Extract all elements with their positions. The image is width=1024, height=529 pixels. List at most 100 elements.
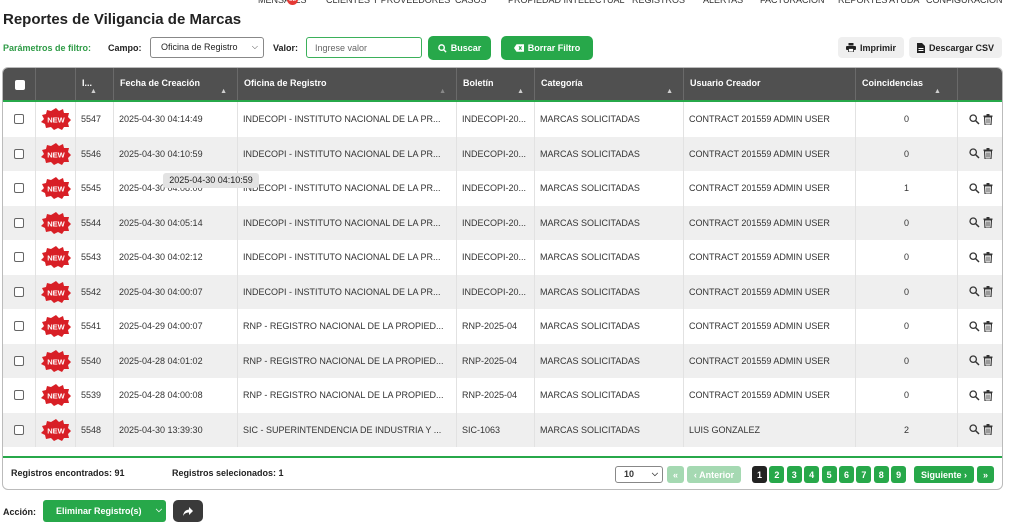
view-icon[interactable] [969, 355, 980, 366]
page-button-5[interactable]: 5 [821, 466, 837, 483]
trash-icon[interactable] [983, 355, 993, 367]
column-header-id[interactable]: I... ▲ [76, 68, 114, 100]
new-badge-text: NEW [47, 185, 65, 194]
clear-filter-button[interactable]: Borrar Filtro [501, 36, 593, 60]
view-icon[interactable] [969, 183, 980, 194]
nav-item[interactable]: Ayuda [889, 0, 919, 5]
download-csv-button[interactable]: Descargar CSV [909, 37, 1002, 58]
row-checkbox[interactable] [14, 148, 24, 159]
row-checkbox[interactable] [14, 183, 24, 194]
table-row[interactable]: NEW 5543 2025-04-30 04:02:12 INDECOPI - INS… [3, 240, 1002, 275]
trash-icon[interactable] [983, 424, 993, 436]
cell-categoria: MARCAS SOLICITADAS [535, 378, 684, 413]
view-icon[interactable] [969, 252, 980, 263]
column-header-fecha-label: Fecha de Creación [120, 78, 201, 88]
table-row[interactable]: NEW 5544 2025-04-30 04:05:14 INDECOPI - INS… [3, 205, 1002, 240]
nav-item[interactable]: Alertas [703, 0, 743, 5]
column-header-usuario[interactable]: Usuario Creador [684, 68, 856, 100]
trash-icon[interactable] [983, 251, 993, 263]
table-row[interactable]: NEW 5547 2025-04-30 04:14:49 INDECOPI - INS… [3, 102, 1002, 137]
page-size-select[interactable]: 10 ⌵ [615, 466, 663, 483]
next-page-button[interactable]: Siguiente › [914, 466, 974, 483]
first-page-button[interactable]: « [667, 466, 684, 483]
view-icon[interactable] [969, 114, 980, 125]
nav-item[interactable]: Mensajes [258, 0, 307, 5]
trash-icon[interactable] [983, 113, 993, 125]
nav-item[interactable]: Propiedad Intelectual [508, 0, 625, 5]
nav-item[interactable]: Reportes [838, 0, 887, 5]
column-header-categoria[interactable]: Categoría ▲ [535, 68, 684, 100]
column-header-boletin[interactable]: Boletín ▲ [457, 68, 535, 100]
new-badge-icon: NEW [40, 349, 71, 372]
page-button-9[interactable]: 9 [891, 466, 907, 483]
trash-icon[interactable] [983, 389, 993, 401]
row-select-cell [3, 136, 36, 171]
trash-icon[interactable] [983, 182, 993, 194]
search-button[interactable]: Buscar [428, 36, 491, 60]
page-button-8[interactable]: 8 [873, 466, 889, 483]
cell-categoria: MARCAS SOLICITADAS [535, 412, 684, 447]
row-checkbox[interactable] [14, 252, 24, 263]
view-icon[interactable] [969, 390, 980, 401]
cell-boletin: RNP-2025-04 [457, 309, 535, 344]
search-icon [437, 43, 447, 53]
select-all-checkbox[interactable] [15, 80, 25, 90]
row-checkbox[interactable] [14, 321, 24, 332]
row-checkbox[interactable] [14, 217, 24, 228]
actions-header [958, 68, 1002, 100]
last-page-button[interactable]: » [977, 466, 994, 483]
nav-item[interactable]: Facturación [760, 0, 825, 5]
page-button-4[interactable]: 4 [804, 466, 820, 483]
table-row[interactable]: NEW 5539 2025-04-28 04:00:08 RNP - REGISTRO… [3, 378, 1002, 413]
print-button[interactable]: Imprimir [838, 37, 904, 58]
trash-icon[interactable] [983, 217, 993, 229]
column-header-coincidencias[interactable]: Coincidencias ▲ [856, 68, 958, 100]
cell-oficina: SIC - SUPERINTENDENCIA DE INDUSTRIA Y ..… [238, 412, 457, 447]
nav-item[interactable]: Casos [455, 0, 487, 5]
row-checkbox[interactable] [14, 424, 24, 435]
trash-icon[interactable] [983, 286, 993, 298]
page-button-3[interactable]: 3 [786, 466, 802, 483]
new-badge-text: NEW [47, 150, 65, 159]
campo-select[interactable]: Oficina de Registro ⌵ [150, 37, 264, 58]
view-icon[interactable] [969, 148, 980, 159]
table-row[interactable]: NEW 5545 2025-04-30 04:08:00 INDECOPI - INS… [3, 171, 1002, 206]
nav-item[interactable]: Configuración [926, 0, 1003, 5]
row-select-cell [3, 171, 36, 206]
view-icon[interactable] [969, 286, 980, 297]
cell-oficina: INDECOPI - INSTITUTO NACIONAL DE LA PR..… [238, 171, 457, 206]
page-button-7[interactable]: 7 [856, 466, 872, 483]
table-row[interactable]: NEW 5541 2025-04-29 04:00:07 RNP - REGISTRO… [3, 309, 1002, 344]
cell-usuario: CONTRACT 201559 ADMIN USER [684, 102, 856, 137]
date-tooltip: 2025-04-30 04:10:59 [163, 173, 259, 188]
column-header-oficina[interactable]: Oficina de Registro ▲ [238, 68, 457, 100]
action-select[interactable]: Eliminar Registro(s) ⌵ [43, 500, 166, 522]
table-row[interactable]: NEW 5546 2025-04-30 04:10:59 INDECOPI - INS… [3, 136, 1002, 171]
valor-input[interactable] [306, 37, 422, 58]
row-checkbox[interactable] [14, 390, 24, 401]
trash-icon[interactable] [983, 148, 993, 160]
view-icon[interactable] [969, 424, 980, 435]
execute-action-button[interactable] [173, 500, 203, 522]
nav-item[interactable]: Clientes y Proveedores [326, 0, 450, 5]
table-row[interactable]: NEW 5540 2025-04-28 04:01:02 RNP - REGISTRO… [3, 343, 1002, 378]
table-row[interactable]: NEW 5548 2025-04-30 13:39:30 SIC - SUPERINT… [3, 412, 1002, 447]
trash-icon[interactable] [983, 320, 993, 332]
row-checkbox[interactable] [14, 355, 24, 366]
row-checkbox[interactable] [14, 114, 24, 125]
page-button-1[interactable]: 1 [752, 466, 767, 483]
previous-page-button[interactable]: ‹ Anterior [687, 466, 741, 483]
cell-boletin: RNP-2025-04 [457, 378, 535, 413]
cell-fecha: 2025-04-30 04:02:12 [114, 240, 238, 275]
nav-item[interactable]: Registros [632, 0, 685, 5]
view-icon[interactable] [969, 321, 980, 332]
row-checkbox[interactable] [14, 286, 24, 297]
table-row[interactable]: NEW 5542 2025-04-30 04:00:07 INDECOPI - INS… [3, 274, 1002, 309]
page-button-2[interactable]: 2 [769, 466, 785, 483]
column-header-fecha[interactable]: Fecha de Creación ▲ [114, 68, 238, 100]
row-actions [958, 240, 1002, 275]
cell-boletin: INDECOPI-20... [457, 171, 535, 206]
cell-coincidencias: 1 [856, 171, 958, 206]
view-icon[interactable] [969, 217, 980, 228]
page-button-6[interactable]: 6 [839, 466, 854, 483]
